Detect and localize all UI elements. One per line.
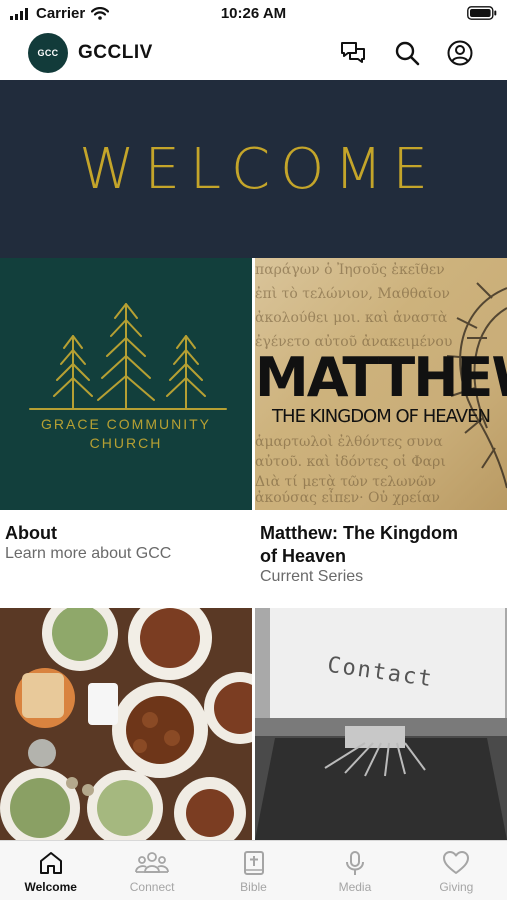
tab-welcome-label: Welcome	[24, 880, 77, 894]
church-logo[interactable]: GCC	[28, 33, 68, 73]
matthew-image-title: MATTHEW	[255, 346, 507, 409]
food-plates-illustration	[0, 608, 252, 840]
chat-icon	[341, 42, 365, 63]
matthew-card-title-line-1: Matthew: The Kingdom	[260, 523, 458, 543]
account-icon	[447, 40, 473, 66]
tab-giving-label: Giving	[439, 880, 474, 894]
app-header: GCC GCCLIV	[0, 28, 507, 78]
food-table-image	[0, 608, 252, 840]
app-title: GCCLIV	[78, 42, 153, 63]
search-button[interactable]	[393, 39, 421, 67]
tab-welcome[interactable]: Welcome	[0, 841, 101, 900]
search-icon	[395, 41, 420, 66]
trees-icon	[29, 303, 227, 410]
microphone-icon	[345, 851, 364, 875]
matthew-image-subtitle: THE KINGDOM OF HEAVEN	[272, 406, 491, 427]
typewriter-illustration	[255, 608, 507, 840]
matthew-card-title-line-2: of Heaven	[260, 546, 347, 566]
gcc-logo-line-1: GRACE COMMUNITY	[41, 416, 211, 432]
about-card-subtitle: Learn more about GCC	[5, 545, 172, 562]
matthew-card-subtitle: Current Series	[260, 568, 364, 585]
tab-giving[interactable]: Giving	[406, 841, 507, 900]
heart-icon	[443, 851, 470, 874]
typewriter-image: Contact	[255, 608, 507, 840]
tab-bible-label: Bible	[240, 880, 267, 894]
welcome-banner[interactable]: WELCOME	[0, 80, 507, 258]
tab-bible[interactable]: Bible	[203, 841, 304, 900]
battery-icon	[467, 6, 497, 25]
fellowship-card[interactable]	[0, 608, 252, 840]
about-card-title: About	[5, 523, 57, 543]
about-card[interactable]: GRACE COMMUNITY CHURCH About Learn more …	[0, 258, 252, 600]
home-icon	[39, 852, 62, 874]
welcome-text: WELCOME	[79, 136, 438, 202]
status-bar: Carrier 10:26 AM	[0, 0, 507, 28]
gcc-logo-line-2: CHURCH	[89, 435, 163, 451]
matthew-series-image: παράγων ὁ Ἰησοῦς ἐκεῖθεν ἐπὶ τὸ τελώνιον…	[255, 258, 507, 510]
profile-button[interactable]	[446, 39, 474, 67]
people-icon	[135, 852, 170, 873]
tab-connect[interactable]: Connect	[101, 841, 202, 900]
tab-connect-label: Connect	[129, 880, 175, 894]
status-time: 10:26 AM	[220, 5, 287, 22]
bottom-tab-bar: Welcome Connect Bible Media Giving	[0, 840, 507, 900]
gcc-logo-image: GRACE COMMUNITY CHURCH	[0, 258, 252, 510]
messages-button[interactable]	[339, 39, 367, 67]
tab-media[interactable]: Media	[304, 841, 405, 900]
matthew-series-card[interactable]: παράγων ὁ Ἰησοῦς ἐκεῖθεν ἐπὶ τὸ τελώνιον…	[255, 258, 507, 600]
bible-icon	[243, 851, 264, 875]
tab-media-label: Media	[338, 880, 372, 894]
contact-card[interactable]: Contact	[255, 608, 507, 840]
